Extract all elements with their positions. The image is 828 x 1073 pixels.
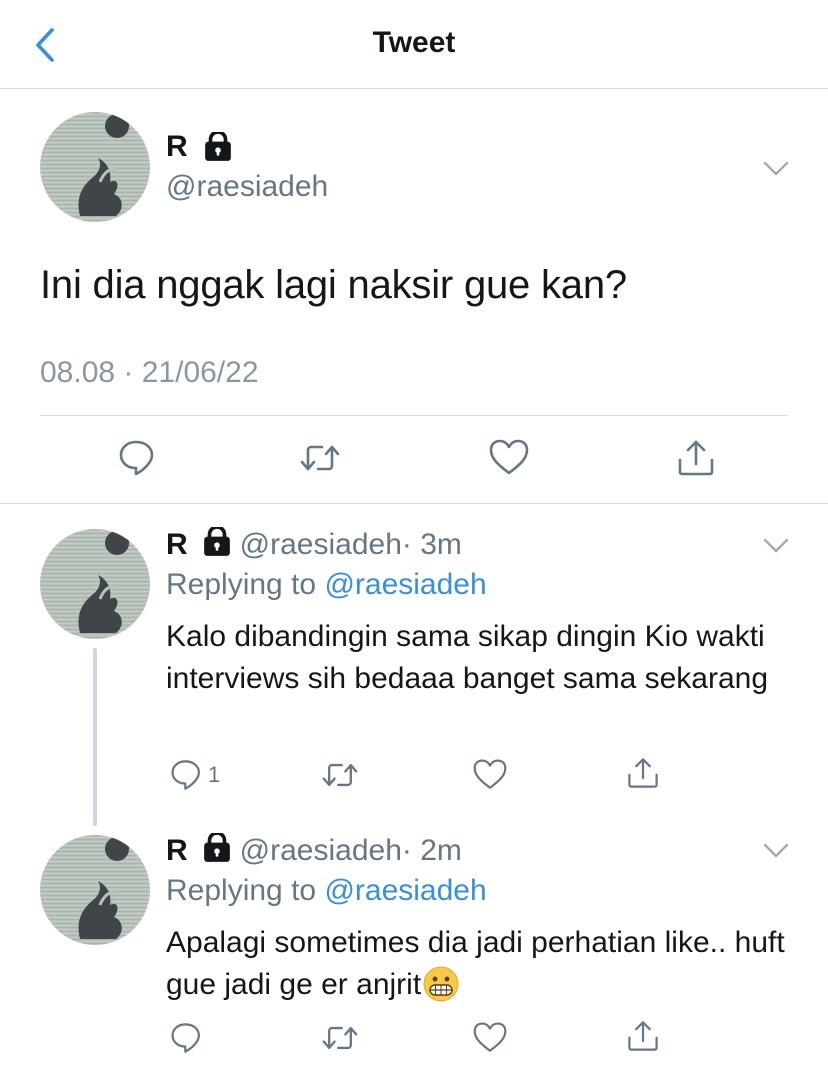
reply-icon[interactable] [118,438,158,478]
reply-tweet[interactable]: R @raesiadeh· 3m Replying to @raesiadeh K… [0,505,828,805]
reply-time: · 3m [401,528,462,561]
reply-header: R @raesiadeh· 2m [166,831,462,871]
avatar[interactable] [40,835,150,945]
replying-to-label: Replying to [166,568,317,601]
replying-to-link[interactable]: @raesiadeh [324,568,486,601]
share-icon[interactable] [626,755,660,791]
reply-count: 1 [208,762,221,787]
reply-tweet[interactable]: R @raesiadeh· 2m Replying to @raesiadeh A… [0,810,828,1073]
reply-header: R @raesiadeh· 3m [166,525,462,565]
retweet-icon[interactable] [300,438,340,478]
replying-to-link[interactable]: @raesiadeh [324,874,486,907]
tweet-timestamp: 08.08 · 21/06/22 [40,356,259,389]
retweet-icon[interactable] [322,757,358,793]
like-icon[interactable] [473,757,507,793]
divider [40,415,788,416]
reply-icon[interactable] [170,758,204,792]
replying-to: Replying to @raesiadeh [166,874,487,908]
retweet-icon[interactable] [322,1020,358,1056]
share-icon[interactable] [626,1018,660,1054]
grimacing-face-icon [423,966,459,1002]
reply-action[interactable]: 1 [170,757,220,793]
reply-text: Apalagi sometimes dia jadi perhatian lik… [166,926,785,1001]
lock-icon [203,130,233,167]
page-title: Tweet [372,26,456,59]
reply-text-container: Apalagi sometimes dia jadi perhatian lik… [166,922,786,1006]
main-tweet: R @raesiadeh Ini dia nggak lagi naksir g… [0,90,828,504]
author-handle[interactable]: @raesiadeh [240,528,402,561]
share-icon[interactable] [676,438,716,478]
like-icon[interactable] [489,438,529,478]
avatar[interactable] [40,112,150,222]
like-icon[interactable] [473,1020,507,1056]
chevron-down-icon[interactable] [762,533,790,562]
lock-icon [201,831,232,871]
author-name[interactable]: R [166,130,188,164]
reply-text: Kalo dibandingin sama sikap dingin Kio w… [166,620,769,695]
chevron-down-icon[interactable] [762,838,790,867]
chevron-down-icon[interactable] [762,156,790,185]
replying-to: Replying to @raesiadeh [166,568,487,602]
replying-to-label: Replying to [166,874,317,907]
navigation-bar: Tweet [0,0,828,89]
reply-time: · 2m [401,834,462,867]
author-name[interactable]: R [166,834,188,867]
author-handle[interactable]: @raesiadeh [240,834,402,867]
reply-icon[interactable] [170,1020,204,1056]
tweet-text: Ini dia nggak lagi naksir gue kan? [40,263,627,307]
author-name[interactable]: R [166,528,188,561]
avatar[interactable] [40,529,150,639]
lock-icon [201,525,232,565]
author-handle[interactable]: @raesiadeh [166,170,328,204]
